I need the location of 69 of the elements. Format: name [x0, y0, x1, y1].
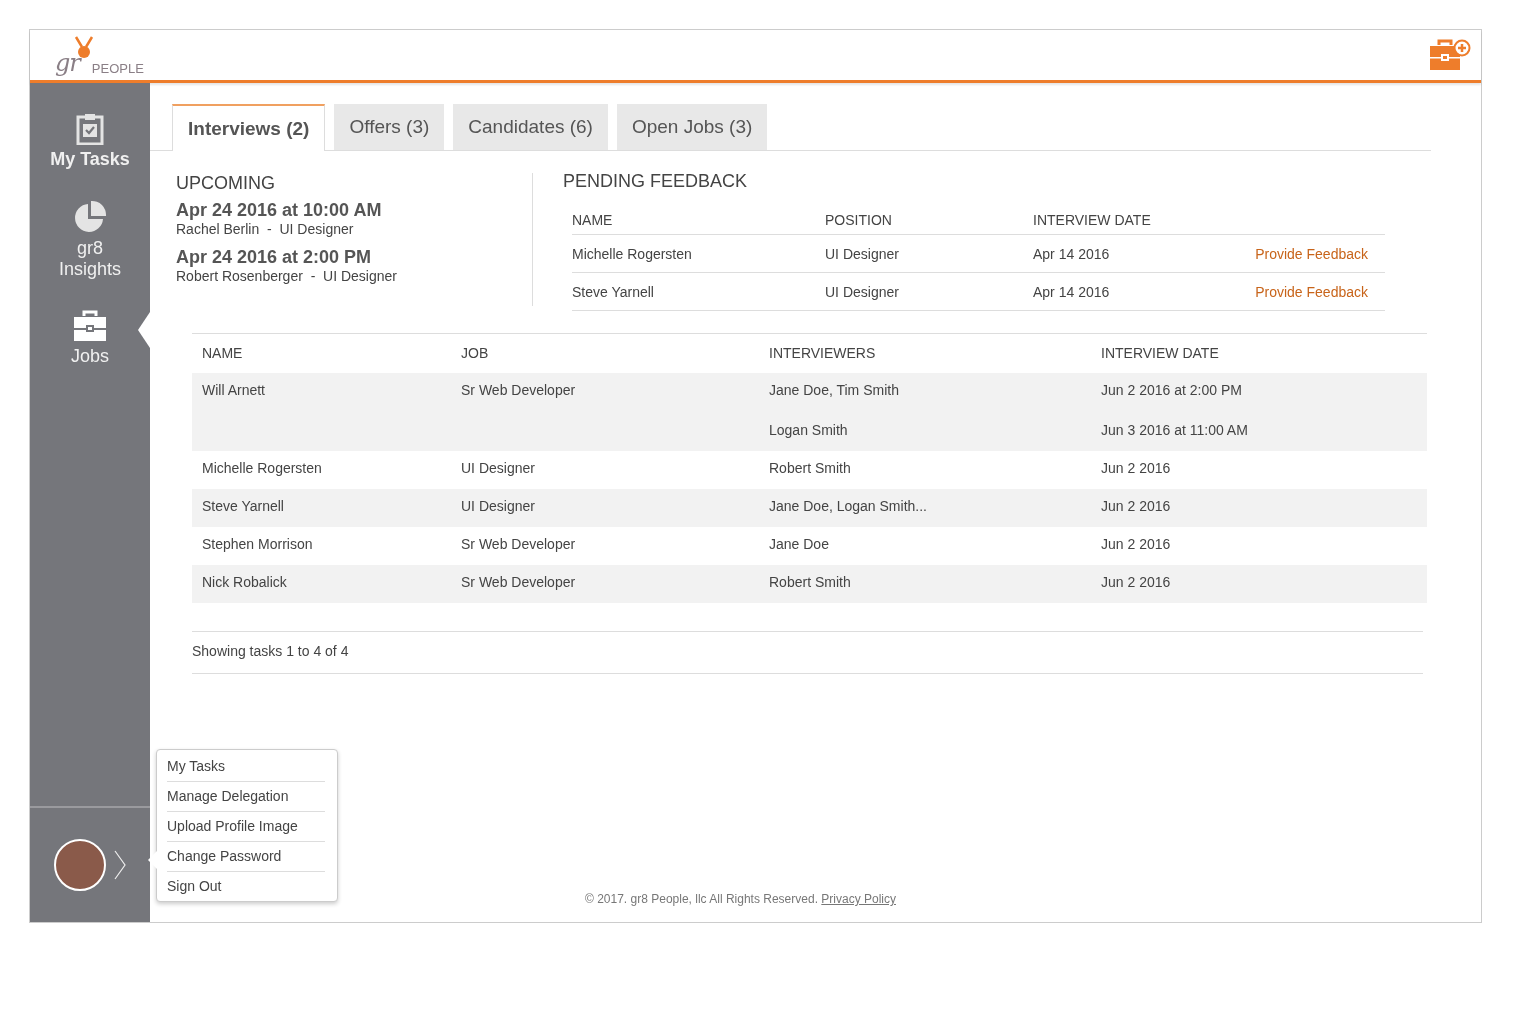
menu-item[interactable]: My Tasks	[167, 752, 325, 782]
table-status: Showing tasks 1 to 4 of 4	[192, 643, 349, 659]
table-cell: Jun 2 2016 at 2:00 PM	[1101, 382, 1242, 398]
menu-item[interactable]: Sign Out	[167, 872, 325, 901]
provide-feedback-link[interactable]: Provide Feedback	[1255, 283, 1368, 300]
table-cell: Jun 2 2016	[1101, 536, 1171, 552]
interview-detail: Rachel Berlin - UI Designer	[176, 221, 355, 237]
table-cell: UI Designer	[461, 460, 535, 476]
menu-item[interactable]: Manage Delegation	[167, 782, 325, 812]
table-cell: Jane Doe, Tim Smith	[769, 382, 899, 398]
column-header: INTERVIEW DATE	[1101, 345, 1219, 361]
menu-item[interactable]: Change Password	[167, 842, 325, 872]
column-header: NAME	[572, 212, 613, 228]
sidebar-label: My Tasks	[50, 149, 130, 170]
table-cell: Logan Smith	[769, 422, 848, 438]
tab[interactable]: Offers (3)	[334, 104, 445, 150]
table-cell: Will Arnett	[202, 382, 265, 398]
table-cell: Sr Web Developer	[461, 382, 576, 398]
table-cell: Nick Robalick	[202, 574, 287, 590]
table-cell: Robert Smith	[769, 460, 851, 476]
sidebar-label: gr8 Insights	[57, 238, 122, 280]
table-cell: Steve Yarnell	[202, 498, 284, 514]
table-cell: Jun 2 2016	[1101, 460, 1171, 476]
column-header: JOB	[461, 345, 489, 361]
column-header: NAME	[202, 345, 243, 361]
briefcase-plus-icon[interactable]	[1429, 39, 1471, 71]
pie-chart-icon	[73, 200, 107, 234]
table-cell: Jun 2 2016	[1101, 498, 1171, 514]
menu-item[interactable]: Upload Profile Image	[167, 812, 325, 842]
tab[interactable]: Candidates (6)	[453, 104, 608, 150]
table-cell: Stephen Morrison	[202, 536, 313, 552]
table-cell: Sr Web Developer	[461, 574, 576, 590]
clipboard-check-icon	[76, 113, 104, 145]
briefcase-icon	[73, 310, 107, 342]
chevron-right-icon[interactable]	[114, 850, 126, 880]
table-cell: Apr 14 2016	[1033, 283, 1110, 300]
table-cell: Apr 14 2016	[1033, 245, 1110, 262]
table-cell: Jun 2 2016	[1101, 574, 1171, 590]
interview-time: Apr 24 2016 at 10:00 AM	[176, 200, 383, 221]
column-header: INTERVIEWERS	[769, 345, 876, 361]
section-heading: UPCOMING	[176, 173, 276, 194]
interview-detail: Robert Rosenberger - UI Designer	[176, 268, 398, 284]
table-cell: Michelle Rogersten	[202, 460, 322, 476]
interview-time: Apr 24 2016 at 2:00 PM	[176, 247, 373, 268]
table-cell: UI Designer	[825, 245, 899, 262]
copyright-text: © 2017. gr8 People, llc All Rights Reserved.	[585, 892, 818, 906]
sidebar-label: Jobs	[71, 346, 109, 367]
tab[interactable]: Interviews (2)	[172, 104, 326, 151]
table-cell: UI Designer	[825, 283, 899, 300]
table-cell: Jane Doe, Logan Smith...	[769, 498, 927, 514]
table-cell: Steve Yarnell	[572, 283, 654, 300]
table-cell: Jane Doe	[769, 536, 829, 552]
column-header: POSITION	[825, 212, 892, 228]
table-cell: Sr Web Developer	[461, 536, 576, 552]
table-cell: Jun 3 2016 at 11:00 AM	[1101, 422, 1248, 438]
table-cell: Michelle Rogersten	[572, 245, 692, 262]
tab[interactable]: Open Jobs (3)	[616, 104, 768, 150]
logo-text: PEOPLE	[91, 62, 144, 75]
table-cell: UI Designer	[461, 498, 535, 514]
sidebar-item[interactable]: Jobs	[30, 310, 150, 367]
logo-text: gr	[55, 51, 80, 75]
sidebar-item[interactable]: gr8 Insights	[30, 200, 150, 280]
sidebar-item[interactable]: My Tasks	[30, 113, 150, 170]
section-heading: PENDING FEEDBACK	[563, 171, 749, 192]
column-header: INTERVIEW DATE	[1033, 212, 1151, 228]
provide-feedback-link[interactable]: Provide Feedback	[1255, 245, 1368, 262]
avatar[interactable]	[54, 839, 106, 891]
table-cell: Robert Smith	[769, 574, 851, 590]
privacy-policy-link[interactable]: Privacy Policy	[821, 892, 896, 906]
